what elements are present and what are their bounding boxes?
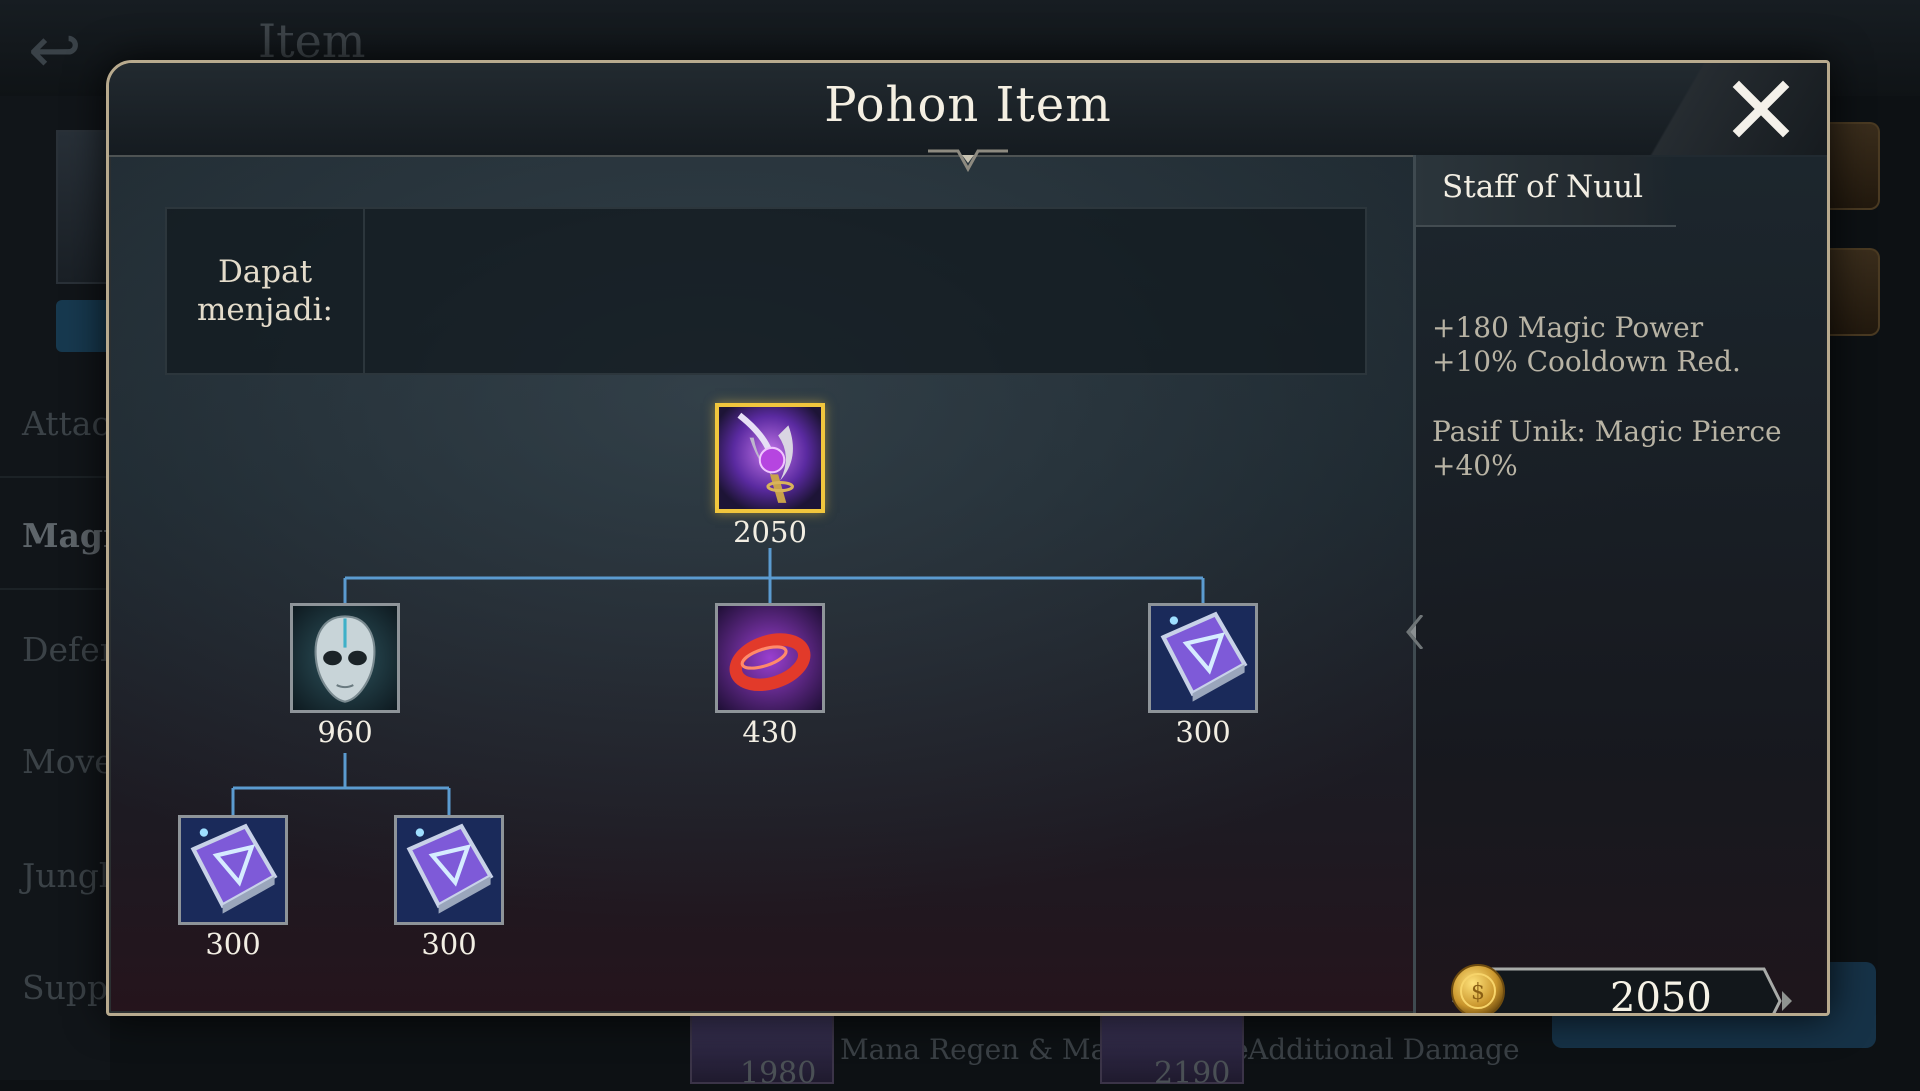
staff-of-nuul-icon (719, 407, 821, 509)
background-item-price: 2190 (1154, 1056, 1231, 1091)
magic-book-icon (1151, 606, 1255, 710)
item-slot[interactable] (290, 603, 400, 713)
tree-root-item[interactable]: 2050 (715, 403, 825, 549)
background-hero-button (56, 300, 110, 352)
category-tab-jungle[interactable]: Jungl (22, 856, 109, 895)
item-slot[interactable] (715, 403, 825, 513)
magic-book-icon (181, 818, 285, 922)
item-slot[interactable] (178, 815, 288, 925)
item-stat: +10% Cooldown Red. (1432, 345, 1741, 378)
gold-coin-icon: $ (1451, 964, 1505, 1013)
tree-grandchild-item[interactable]: 300 (394, 815, 504, 961)
item-price: 2050 (733, 515, 807, 549)
svg-text:$: $ (1471, 980, 1485, 1005)
divider (0, 476, 110, 478)
item-price: 300 (1175, 715, 1231, 749)
background-item-price: 1980 (740, 1056, 817, 1091)
item-price: 430 (742, 715, 798, 749)
red-ring-icon (718, 606, 822, 710)
total-price-plate: $ 2050 (1450, 963, 1794, 1016)
category-tab-support[interactable]: Supp (22, 968, 108, 1007)
panel-ornament-icon (1406, 615, 1424, 649)
total-price: 2050 (1610, 975, 1712, 1016)
item-slot[interactable] (394, 815, 504, 925)
category-tab-attack[interactable]: Attac (22, 404, 110, 443)
tree-grandchild-item[interactable]: 300 (178, 815, 288, 961)
background-equip-slot (1830, 248, 1880, 336)
background-equip-slot (1830, 122, 1880, 210)
item-price: 300 (421, 927, 477, 961)
item-tree-modal: Pohon Item Dapat menjadi: 2050 960 430 3… (106, 60, 1830, 1016)
item-slot[interactable] (1148, 603, 1258, 713)
item-stat: +180 Magic Power (1432, 311, 1704, 344)
divider (0, 588, 110, 590)
item-detail-panel: Staff of Nuul +180 Magic Power +10% Cool… (1406, 155, 1827, 1016)
item-name: Staff of Nuul (1442, 169, 1644, 205)
item-passive: Pasif Unik: Magic Pierce (1432, 415, 1782, 448)
magic-book-icon (397, 818, 501, 922)
tree-child-item[interactable]: 300 (1148, 603, 1258, 749)
item-price: 300 (205, 927, 261, 961)
detail-name-tab: Staff of Nuul (1416, 155, 1676, 227)
item-price: 960 (317, 715, 373, 749)
tree-child-item[interactable]: 960 (290, 603, 400, 749)
item-slot[interactable] (715, 603, 825, 713)
category-tab-movement[interactable]: Move (22, 742, 114, 781)
item-passive-value: +40% (1432, 449, 1518, 482)
mask-icon (293, 606, 397, 710)
background-item-label: Additional Damage (1248, 1033, 1520, 1066)
tree-child-item[interactable]: 430 (715, 603, 825, 749)
